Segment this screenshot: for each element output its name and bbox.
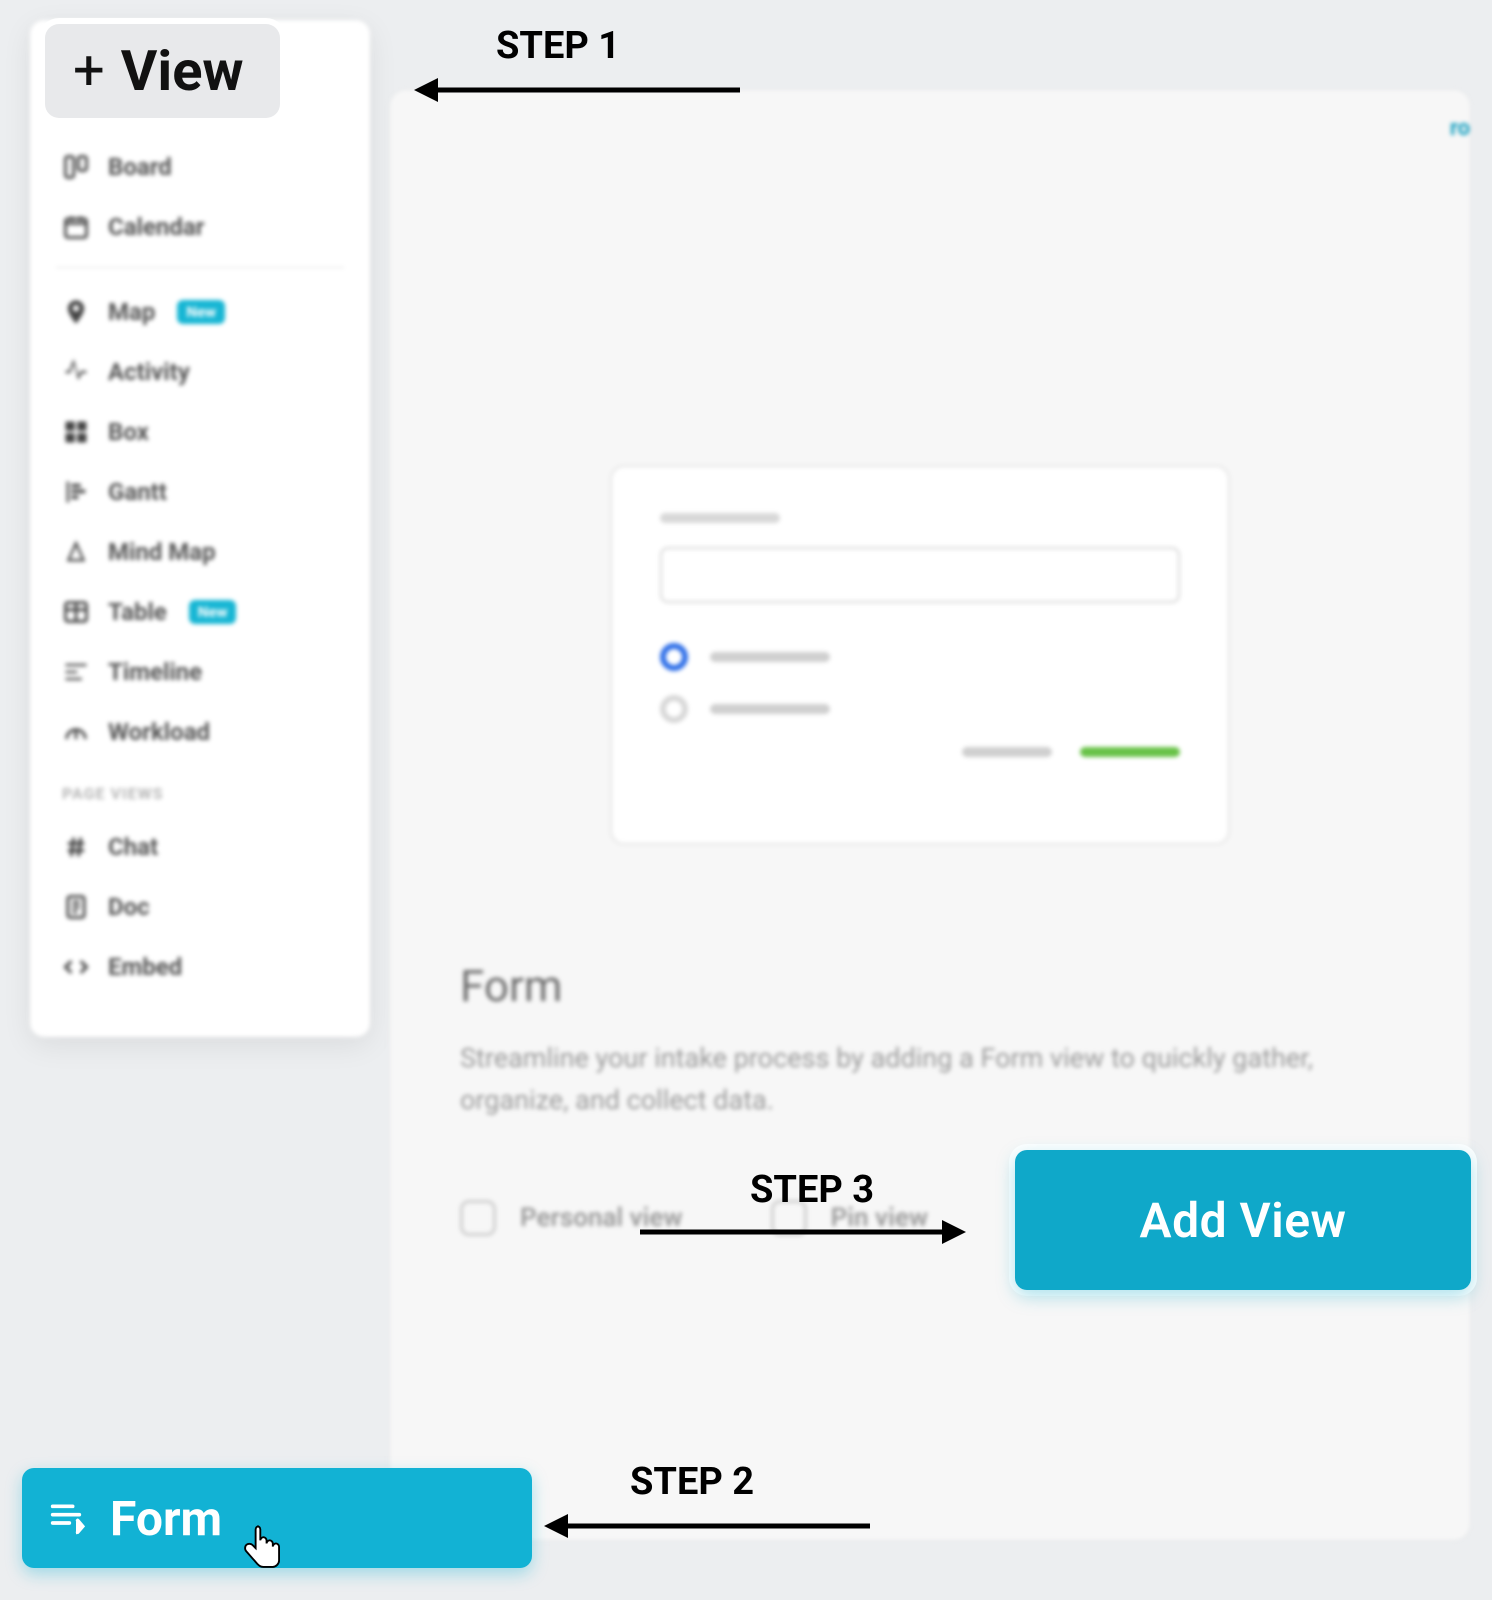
mock-submit-bar <box>1080 747 1180 757</box>
mock-line <box>710 652 830 662</box>
view-option-workload[interactable]: Workload <box>30 702 370 762</box>
form-view-option-button[interactable]: Form <box>22 1468 532 1568</box>
view-option-label: Calendar <box>108 213 204 241</box>
view-option-doc[interactable]: Doc <box>30 877 370 937</box>
preview-title: Form <box>460 960 1340 1012</box>
personal-view-checkbox[interactable] <box>460 1200 496 1236</box>
radio-unselected-icon <box>660 695 688 723</box>
view-option-label: Timeline <box>108 658 202 686</box>
confirm-add-view-label: Add View <box>1140 1192 1347 1249</box>
timeline-icon <box>62 658 90 686</box>
view-option-label: Box <box>108 418 149 446</box>
view-option-map[interactable]: Map New <box>30 282 370 342</box>
table-icon <box>62 598 90 626</box>
preview-description: Streamline your intake process by adding… <box>460 1038 1340 1122</box>
doc-icon <box>62 893 90 921</box>
gantt-icon <box>62 478 90 506</box>
view-option-board[interactable]: Board <box>30 137 370 197</box>
view-option-label: Board <box>108 153 172 181</box>
pin-view-label: Pin view <box>831 1203 928 1233</box>
confirm-add-view-button[interactable]: Add View <box>1015 1150 1471 1290</box>
section-header-page-views: PAGE VIEWS <box>30 762 370 817</box>
view-preview-panel: ro Form Streamline your intake process b… <box>390 90 1470 1540</box>
view-option-box[interactable]: Box <box>30 402 370 462</box>
mock-cancel-bar <box>962 747 1052 757</box>
view-option-gantt[interactable]: Gantt <box>30 462 370 522</box>
view-option-label: Workload <box>108 718 210 746</box>
activity-icon <box>62 358 90 386</box>
view-option-chat[interactable]: Chat <box>30 817 370 877</box>
box-icon <box>62 418 90 446</box>
view-option-embed[interactable]: Embed <box>30 937 370 997</box>
mock-radio-option-1 <box>660 643 1180 671</box>
mock-line <box>710 704 830 714</box>
mock-radio-option-2 <box>660 695 1180 723</box>
view-option-label: Embed <box>108 953 182 981</box>
mindmap-icon <box>62 538 90 566</box>
new-badge: New <box>189 600 237 624</box>
view-option-activity[interactable]: Activity <box>30 342 370 402</box>
view-option-mindmap[interactable]: Mind Map <box>30 522 370 582</box>
pin-view-checkbox[interactable] <box>771 1200 807 1236</box>
view-option-label: Doc <box>108 893 150 921</box>
add-view-button[interactable]: + View <box>45 24 280 118</box>
calendar-icon <box>62 213 90 241</box>
form-preview-mock <box>610 465 1230 845</box>
view-option-table[interactable]: Table New <box>30 582 370 642</box>
view-option-label: Table <box>108 598 167 626</box>
view-option-label: Activity <box>108 358 190 386</box>
view-option-calendar[interactable]: Calendar <box>30 197 370 257</box>
view-option-label: Gantt <box>108 478 167 506</box>
divider <box>56 267 344 268</box>
workload-icon <box>62 718 90 746</box>
personal-view-label: Personal view <box>520 1203 683 1233</box>
view-picker-sidebar: TASK VIEWS List Board Calendar Map New A… <box>30 20 370 1037</box>
new-badge: New <box>177 300 225 324</box>
view-option-timeline[interactable]: Timeline <box>30 642 370 702</box>
embed-icon <box>62 953 90 981</box>
form-view-label: Form <box>110 1490 222 1547</box>
view-option-label: Map <box>108 298 155 326</box>
annotation-step-1: STEP 1 <box>496 24 620 68</box>
mock-label-bar <box>660 513 780 523</box>
panel-top-right-link[interactable]: ro <box>1450 116 1470 141</box>
radio-selected-icon <box>660 643 688 671</box>
plus-icon: + <box>73 54 105 88</box>
hash-icon <box>62 833 90 861</box>
mock-input-field <box>660 547 1180 603</box>
board-icon <box>62 153 90 181</box>
view-option-label: Chat <box>108 833 158 861</box>
add-view-label: View <box>121 38 244 104</box>
view-option-label: Mind Map <box>108 538 216 566</box>
mock-actions <box>660 747 1180 757</box>
form-icon <box>46 1498 86 1538</box>
map-pin-icon <box>62 298 90 326</box>
